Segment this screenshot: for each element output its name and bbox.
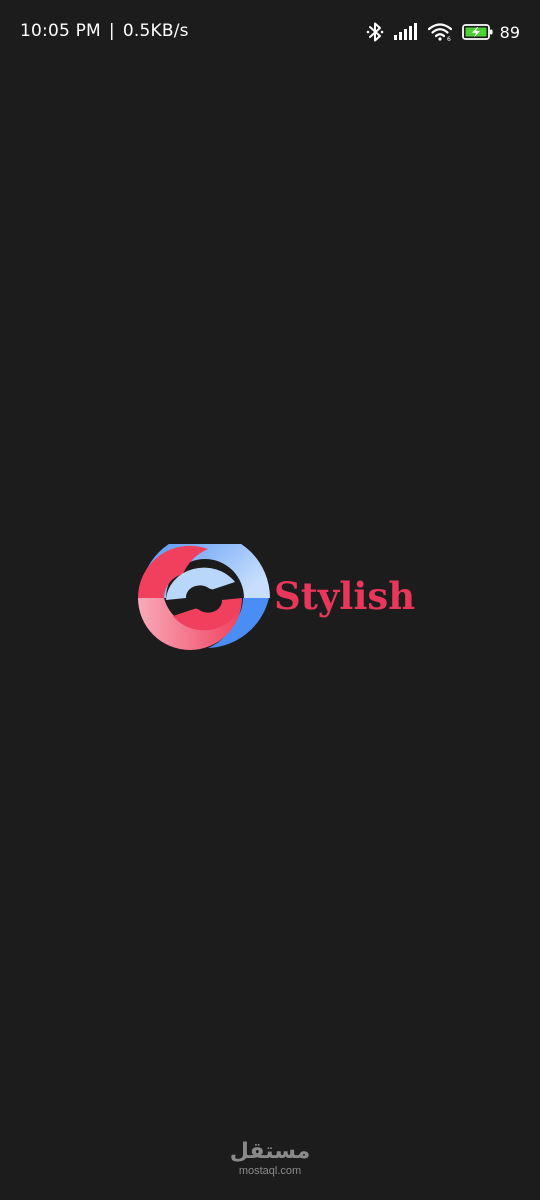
status-left: 10:05 PM | 0.5KB/s (20, 21, 189, 41)
battery-charging-icon (461, 23, 494, 41)
splash-logo: Stylish (137, 533, 415, 656)
signal-icon (393, 23, 418, 41)
status-right: 6 89 (366, 20, 520, 44)
svg-text:6: 6 (447, 36, 451, 41)
status-time: 10:05 PM (20, 21, 101, 41)
status-bar: 10:05 PM | 0.5KB/s 6 89 (0, 0, 540, 64)
battery-percent: 89 (499, 22, 520, 42)
wifi-icon: 6 (427, 23, 452, 41)
watermark-latin: mostaql.com (238, 1165, 302, 1177)
intertwined-rings-logo-icon (137, 533, 270, 656)
network-speed: 0.5KB/s (122, 21, 189, 41)
status-separator: | (108, 21, 115, 41)
brand-name: Stylish (274, 574, 416, 618)
watermark-arabic: مستقل (229, 1139, 311, 1164)
watermark: مستقل mostaql.com (0, 1139, 540, 1178)
bluetooth-icon (366, 21, 384, 43)
